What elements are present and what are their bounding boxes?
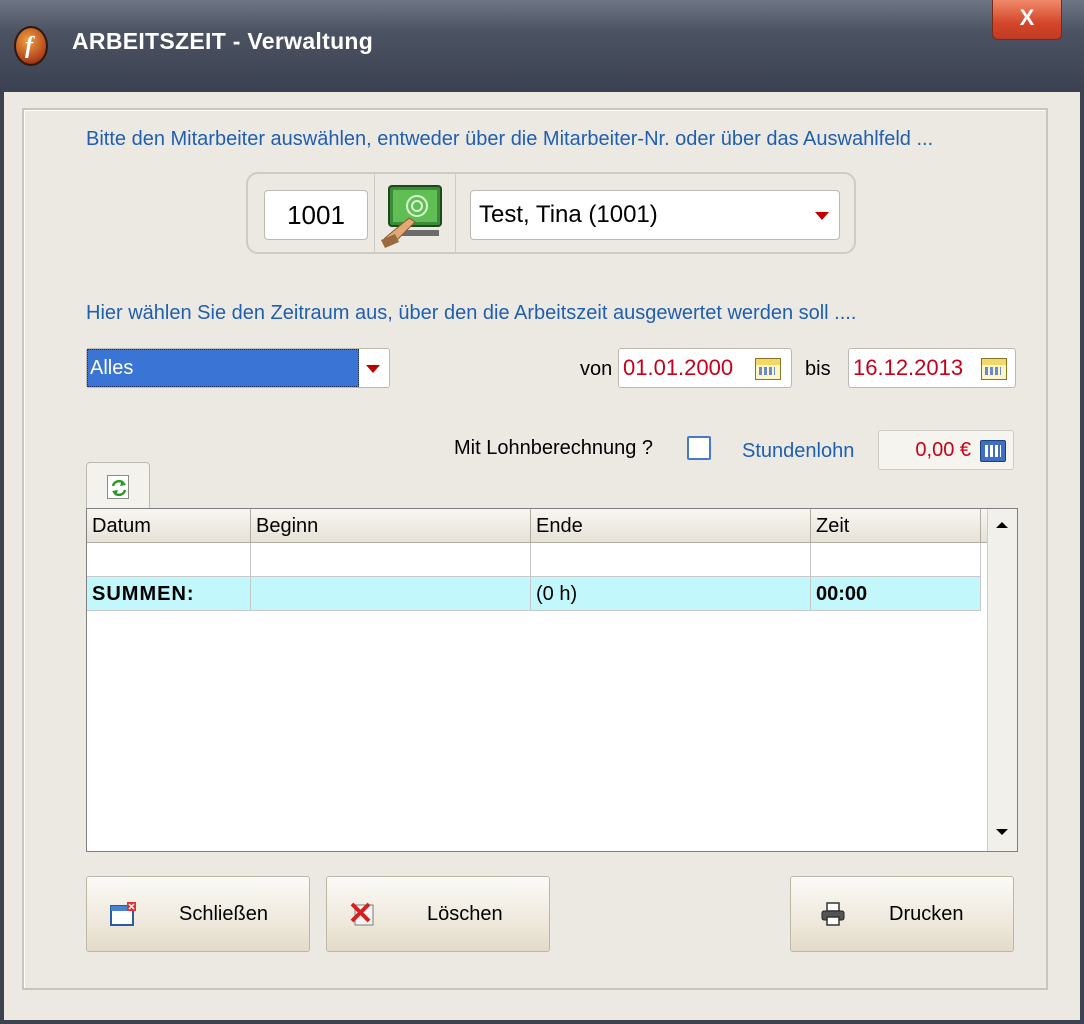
close-button-label: Schließen bbox=[179, 903, 268, 925]
employee-picker-button[interactable] bbox=[374, 174, 456, 254]
printer-icon bbox=[821, 902, 845, 926]
to-date-value: 16.12.2013 bbox=[853, 355, 964, 380]
dropdown-arrow-icon bbox=[366, 365, 380, 373]
app-logo-icon: f bbox=[14, 26, 48, 66]
close-button[interactable]: Schließen bbox=[86, 876, 310, 952]
wage-calc-label: Mit Lohnberechnung ? bbox=[454, 437, 654, 459]
cell-ende[interactable] bbox=[531, 543, 811, 577]
delete-button-label: Löschen bbox=[427, 903, 503, 925]
cell-beginn[interactable] bbox=[251, 543, 531, 577]
table-scrollbar[interactable] bbox=[987, 509, 1017, 851]
window-title: ARBEITSZEIT - Verwaltung bbox=[72, 28, 374, 54]
period-instruction: Hier wählen Sie den Zeitraum aus, über d… bbox=[86, 302, 857, 324]
hourly-wage-value: 0,00 € bbox=[915, 439, 971, 461]
calendar-icon[interactable] bbox=[981, 358, 1007, 380]
dropdown-arrow-icon bbox=[815, 212, 829, 220]
touch-screen-icon bbox=[381, 185, 442, 248]
calendar-icon[interactable] bbox=[755, 358, 781, 380]
scroll-up-button[interactable] bbox=[988, 509, 1017, 543]
app-icon-letter: f bbox=[25, 33, 33, 59]
table-body: SUMMEN: (0 h) 00:00 bbox=[87, 543, 987, 613]
arrow-up-icon bbox=[996, 522, 1008, 528]
delete-button[interactable]: Löschen bbox=[326, 876, 550, 952]
print-button-label: Drucken bbox=[889, 903, 964, 925]
column-header-datum[interactable]: Datum bbox=[87, 509, 251, 543]
cell-zeit[interactable] bbox=[811, 543, 981, 577]
scroll-down-button[interactable] bbox=[988, 815, 1017, 849]
employee-name-dropdown[interactable]: Test, Tina (1001) bbox=[470, 190, 840, 240]
to-date-field[interactable]: 16.12.2013 bbox=[848, 348, 1016, 388]
summary-beginn bbox=[251, 577, 531, 611]
calculator-icon[interactable] bbox=[980, 440, 1006, 462]
column-header-ende[interactable]: Ende bbox=[531, 509, 811, 543]
from-date-value: 01.01.2000 bbox=[623, 355, 734, 380]
cell-datum[interactable] bbox=[87, 543, 251, 577]
employee-instruction: Bitte den Mitarbeiter auswählen, entwede… bbox=[86, 128, 934, 150]
delete-icon bbox=[350, 902, 374, 926]
hourly-wage-label: Stundenlohn bbox=[742, 440, 855, 462]
arrow-down-icon bbox=[996, 829, 1008, 835]
summary-time: 00:00 bbox=[811, 577, 981, 611]
close-window-button[interactable]: X bbox=[992, 0, 1062, 40]
summary-hours: (0 h) bbox=[531, 577, 811, 611]
to-label: bis bbox=[805, 358, 831, 380]
wage-calc-checkbox[interactable] bbox=[687, 436, 711, 460]
refresh-arrows-icon bbox=[111, 479, 127, 497]
refresh-icon[interactable] bbox=[107, 475, 129, 499]
table-header: Datum Beginn Ende Zeit bbox=[87, 509, 987, 543]
window-close-icon bbox=[110, 902, 136, 926]
summary-row[interactable]: SUMMEN: (0 h) 00:00 bbox=[87, 577, 981, 611]
table-row[interactable] bbox=[87, 543, 981, 577]
employee-number-field[interactable]: 1001 bbox=[264, 190, 368, 240]
column-header-zeit[interactable]: Zeit bbox=[811, 509, 981, 543]
summary-label: SUMMEN: bbox=[87, 577, 251, 611]
from-date-field[interactable]: 01.01.2000 bbox=[618, 348, 792, 388]
from-label: von bbox=[580, 358, 613, 380]
column-header-beginn[interactable]: Beginn bbox=[251, 509, 531, 543]
period-selected-value[interactable]: Alles bbox=[87, 349, 359, 387]
employee-name-value: Test, Tina (1001) bbox=[479, 201, 658, 228]
print-button[interactable]: Drucken bbox=[790, 876, 1014, 952]
